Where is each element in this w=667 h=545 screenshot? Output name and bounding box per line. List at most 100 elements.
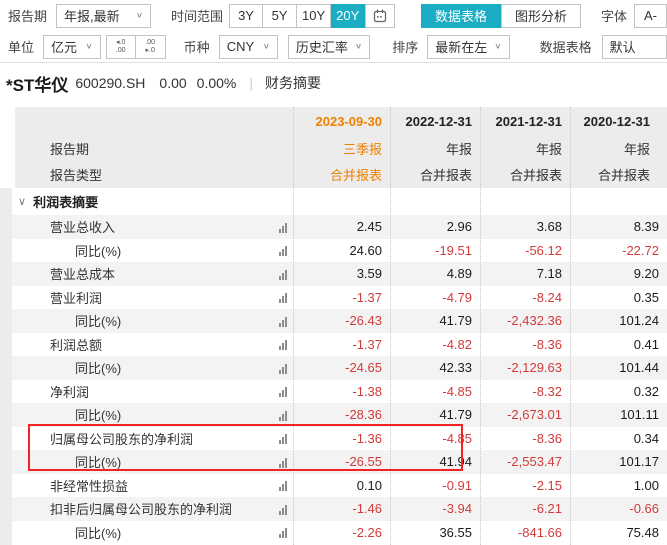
mini-bar-chart-icon[interactable] [279,481,287,491]
mini-bar-chart-icon[interactable] [279,458,287,468]
cell-value: -26.55 [293,454,390,469]
font-decrease-button[interactable]: A- [634,4,667,28]
tab-financial-summary[interactable]: 财务摘要 [265,73,321,93]
row-label-cell: 营业利润 [12,286,293,310]
mini-bar-chart-icon[interactable] [279,317,287,327]
chevron-down-icon: ∨ [85,42,92,51]
cell-value: -8.36 [480,337,570,352]
cell-value: 42.33 [390,360,480,375]
column-separator [293,107,294,545]
calendar-button[interactable] [365,4,395,28]
table-row: 扣非后归属母公司股东的净利润-1.46-3.94-6.21-0.66 [12,497,667,521]
time-range-option-5y[interactable]: 5Y [263,4,297,28]
view-tab-data-table[interactable]: 数据表格 [421,4,501,28]
mini-bar-chart-icon[interactable] [279,223,287,233]
table-row: 利润总额-1.37-4.82-8.360.41 [12,333,667,357]
cell-value: -1.37 [293,290,390,305]
chevron-down-icon: ∨ [494,42,501,51]
cell-value: -2.26 [293,525,390,540]
row-label: 营业利润 [50,288,102,307]
sort-dropdown[interactable]: 最新在左 ∨ [427,35,509,59]
row-label: 同比(%) [75,452,121,471]
cell-value: 4.89 [390,266,480,281]
cell-value: 41.79 [390,407,480,422]
financial-table: 2023-09-302022-12-312021-12-312020-12-31… [0,103,667,545]
cell-value: -2,673.01 [480,407,570,422]
row-label: 同比(%) [75,405,121,424]
row-label: 营业总成本 [50,264,115,283]
report-period-dropdown[interactable]: 年报,最新 ∨ [56,4,151,28]
column-date: 2022-12-31 [390,114,480,129]
time-range-option-10y[interactable]: 10Y [297,4,331,28]
cell-value: -1.38 [293,384,390,399]
toolbar: 报告期 年报,最新 ∨ 时间范围 3Y5Y10Y20Y 数据表格图形分析 字体 … [0,0,667,63]
mini-bar-chart-icon[interactable] [279,364,287,374]
cell-value: -0.66 [570,501,667,516]
row-label-cell: 同比(%) [12,450,293,474]
row-label: 同比(%) [75,311,121,330]
cell-value: 0.35 [570,290,667,305]
table-row: 净利润-1.38-4.85-8.320.32 [12,380,667,404]
fx-rate-dropdown[interactable]: 历史汇率 ∨ [288,35,370,59]
cell-value: -1.36 [293,431,390,446]
row-label: 同比(%) [75,358,121,377]
report-period-row-value: 年报 [390,139,480,158]
report-type-row-label: 报告类型 [15,165,293,184]
stock-change-percent: 0.00% [197,75,237,91]
table-row: 同比(%)-26.4341.79-2,432.36101.24 [12,309,667,333]
row-label-cell: 同比(%) [12,356,293,380]
cell-value: -8.36 [480,431,570,446]
time-range-option-3y[interactable]: 3Y [229,4,263,28]
currency-dropdown[interactable]: CNY ∨ [219,35,278,59]
cell-value: 2.96 [390,219,480,234]
cell-value: 24.60 [293,243,390,258]
table-row: 同比(%)24.60-19.51-56.12-22.72 [12,239,667,263]
table-row: 营业总成本3.594.897.189.20 [12,262,667,286]
increase-decimal-button[interactable]: .00▸.0 [136,35,166,59]
row-label-cell: 净利润 [12,380,293,404]
unit-label: 单位 [8,37,34,56]
cell-value: -24.65 [293,360,390,375]
mini-bar-chart-icon[interactable] [279,411,287,421]
mini-bar-chart-icon[interactable] [279,505,287,515]
currency-label: 币种 [184,37,210,56]
mini-bar-chart-icon[interactable] [279,270,287,280]
mini-bar-chart-icon[interactable] [279,528,287,538]
cell-value: 41.79 [390,313,480,328]
row-label-cell: 同比(%) [12,239,293,263]
cell-value: 8.39 [570,219,667,234]
cell-value: -2,129.63 [480,360,570,375]
mini-bar-chart-icon[interactable] [279,293,287,303]
section-header-income-statement: ∨利润表摘要 [12,188,667,215]
report-period-value: 年报,最新 [64,6,120,25]
row-label-cell: 归属母公司股东的净利润 [12,427,293,451]
collapse-chevron-icon[interactable]: ∨ [18,195,26,208]
row-label: 利润总额 [50,335,102,354]
time-range-option-20y[interactable]: 20Y [331,4,365,28]
cell-value: -6.21 [480,501,570,516]
table-row: 营业利润-1.37-4.79-8.240.35 [12,286,667,310]
mini-bar-chart-icon[interactable] [279,387,287,397]
mini-bar-chart-icon[interactable] [279,246,287,256]
report-type-row-value: 合并报表 [480,165,570,184]
chevron-down-icon: ∨ [136,11,143,20]
mini-bar-chart-icon[interactable] [279,340,287,350]
column-date: 2021-12-31 [480,114,570,129]
cell-value: -4.79 [390,290,480,305]
report-period-row-value: 年报 [570,139,667,158]
mini-bar-chart-icon[interactable] [279,434,287,444]
unit-dropdown[interactable]: 亿元 ∨ [43,35,101,59]
table-style-value: 默认 [610,37,636,56]
decrease-decimal-button[interactable]: ◂.0.00 [106,35,136,59]
cell-value: -2,432.36 [480,313,570,328]
table-row: 非经常性损益0.10-0.91-2.151.00 [12,474,667,498]
table-style-dropdown[interactable]: 默认 [602,35,667,59]
table-row: 营业总收入2.452.963.688.39 [12,215,667,239]
report-type-row-value: 合并报表 [293,165,390,184]
time-range-label: 时间范围 [171,6,223,25]
cell-value: -22.72 [570,243,667,258]
cell-value: 7.18 [480,266,570,281]
view-tab-chart-analysis[interactable]: 图形分析 [501,4,581,28]
cell-value: 0.10 [293,478,390,493]
table-row: 同比(%)-26.5541.94-2,553.47101.17 [12,450,667,474]
